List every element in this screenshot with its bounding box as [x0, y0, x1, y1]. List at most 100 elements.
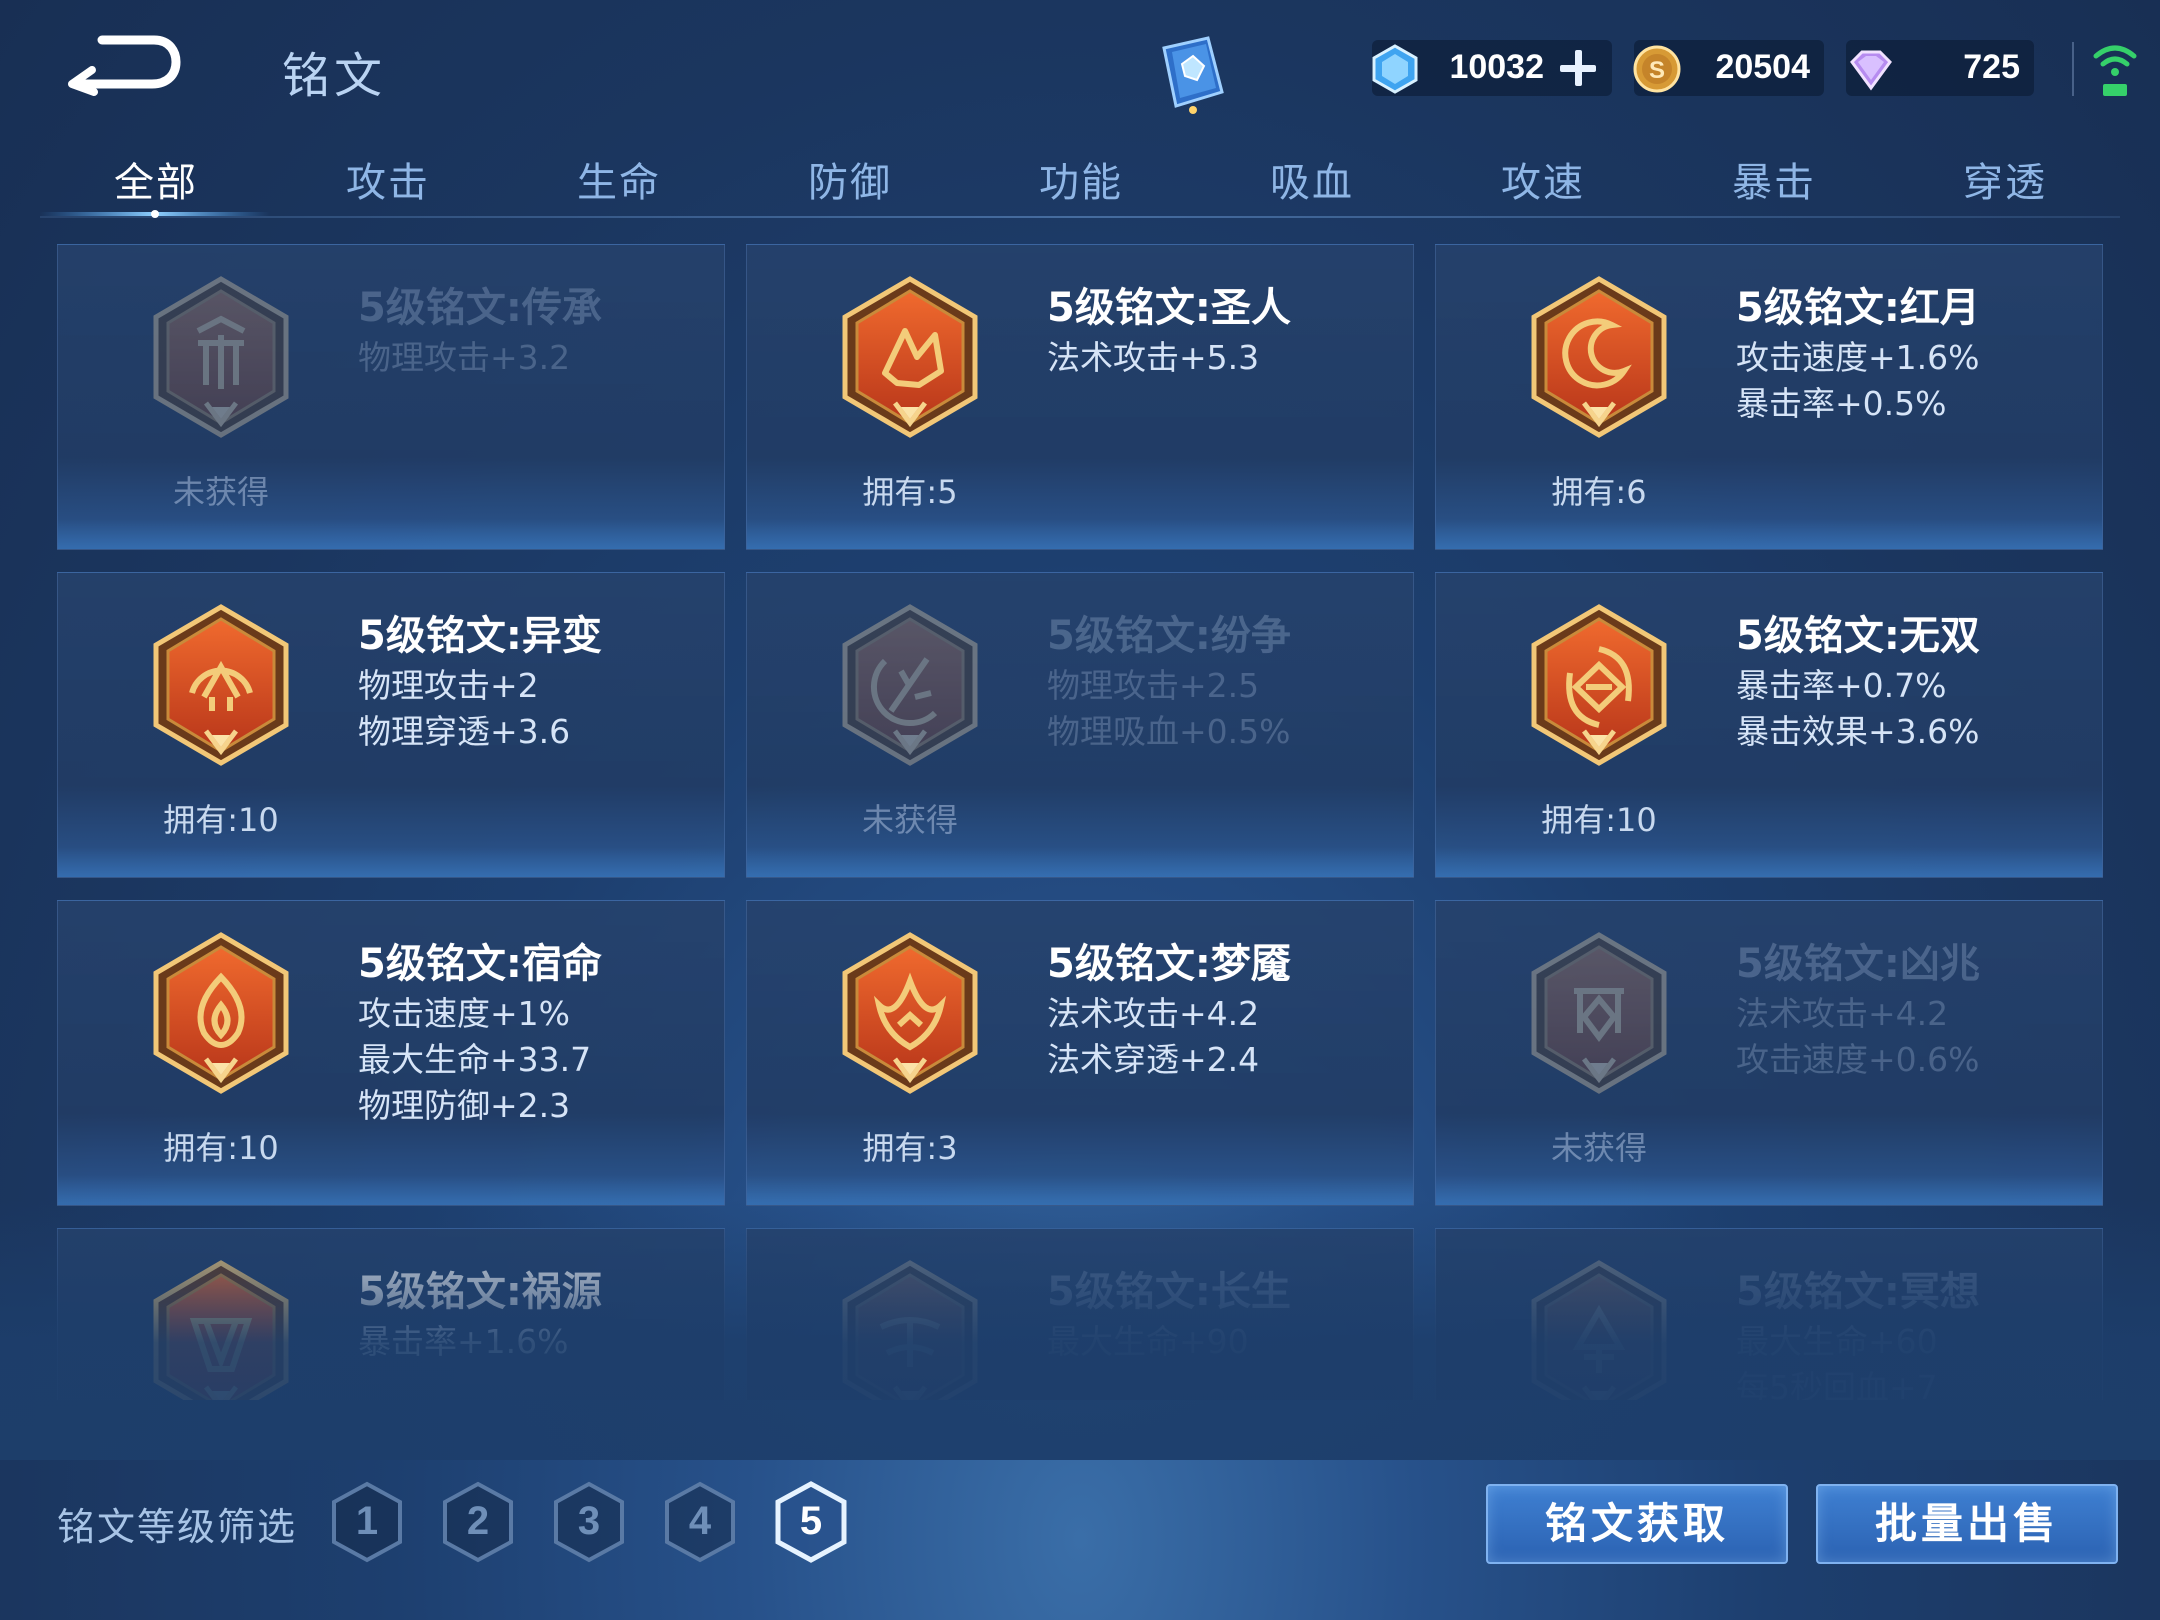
level-filter-2[interactable]: 2: [441, 1480, 515, 1564]
tab-penetration[interactable]: 穿透: [1925, 150, 2085, 208]
rune-book-icon[interactable]: [1150, 30, 1236, 116]
rune-card-red-moon[interactable]: 5级铭文:红月 攻击速度+1.6% 暴击率+0.5% 拥有:6: [1435, 244, 2103, 550]
tab-attack[interactable]: 攻击: [308, 150, 468, 208]
rune-card-inheritance[interactable]: 5级铭文:传承 物理攻击+3.2 未获得: [57, 244, 725, 550]
divider: [2072, 42, 2074, 96]
back-arrow-icon: [68, 35, 181, 96]
level-number: 3: [577, 1499, 601, 1543]
rune-name: 5级铭文:异变: [358, 613, 602, 659]
rune-stat: 法术穿透+2.4: [1047, 1040, 1260, 1079]
rune-card-longevity[interactable]: 5级铭文:长生 最大生命+90: [746, 1228, 1414, 1400]
rune-stats: 攻击速度+1.6% 暴击率+0.5%: [1736, 335, 1980, 427]
rune-emblem-calamity-icon: [146, 1257, 296, 1400]
level-number: 1: [355, 1499, 379, 1543]
rune-card-calamity[interactable]: 5级铭文:祸源 暴击率+1.6%: [57, 1228, 725, 1400]
rune-card-fate[interactable]: 5级铭文:宿命 攻击速度+1% 最大生命+33.7 物理防御+2.3 拥有:10: [57, 900, 725, 1206]
add-gem-button[interactable]: [1558, 48, 1598, 88]
rune-card-saint[interactable]: 5级铭文:圣人 法术攻击+5.3 拥有:5: [746, 244, 1414, 550]
gold-coin-icon: S: [1633, 45, 1681, 93]
rune-stat: 暴击效果+3.6%: [1736, 712, 1980, 751]
rune-stat: 法术攻击+5.3: [1047, 338, 1260, 377]
level-filter-4[interactable]: 4: [663, 1480, 737, 1564]
rune-card-mutation[interactable]: 5级铭文:异变 物理攻击+2 物理穿透+3.6 拥有:10: [57, 572, 725, 878]
level-number: 5: [799, 1499, 823, 1543]
rune-stat: 物理攻击+2.5: [1047, 666, 1260, 705]
rune-owned-count: 未获得: [172, 473, 269, 511]
get-runes-button[interactable]: 铭文获取: [1486, 1484, 1788, 1564]
rune-card-nightmare[interactable]: 5级铭文:梦魇 法术攻击+4.2 法术穿透+2.4 拥有:3: [746, 900, 1414, 1206]
rune-emblem-longevity-icon: [835, 1257, 985, 1400]
tab-all[interactable]: 全部: [76, 150, 236, 208]
rune-stats: 暴击率+1.6%: [358, 1319, 569, 1365]
rune-emblem-peerless-icon: [1524, 601, 1674, 771]
tab-attack-speed[interactable]: 攻速: [1463, 150, 1623, 208]
rune-name: 5级铭文:宿命: [358, 941, 602, 987]
tabs-divider: [40, 216, 2120, 218]
page-title: 铭文: [282, 48, 387, 104]
tab-critical[interactable]: 暴击: [1694, 150, 1854, 208]
tab-lifesteal[interactable]: 吸血: [1232, 150, 1392, 208]
rune-stat: 最大生命+60: [1736, 1322, 1938, 1361]
rune-emblem-meditation-icon: [1524, 1257, 1674, 1400]
rune-stat: 攻击速度+0.6%: [1736, 1040, 1980, 1079]
rune-name: 5级铭文:冥想: [1736, 1269, 1980, 1315]
rune-stat: 物理吸血+0.5%: [1047, 712, 1291, 751]
rune-stats: 法术攻击+4.2 攻击速度+0.6%: [1736, 991, 1980, 1083]
category-tabs: 全部 攻击 生命 防御 功能 吸血 攻速 暴击 穿透: [40, 140, 2120, 220]
rune-stats: 暴击率+0.7% 暴击效果+3.6%: [1736, 663, 1980, 755]
diamond-amount: 725: [1963, 48, 2020, 86]
rune-owned-count: 未获得: [861, 801, 958, 839]
rune-emblem-omen-icon: [1524, 929, 1674, 1099]
bottom-bar: 铭文等级筛选 1 2 3 4 5 铭文获取 批量出售: [0, 1440, 2160, 1620]
rune-owned-count: 拥有:10: [1541, 801, 1657, 839]
rune-name: 5级铭文:祸源: [358, 1269, 602, 1315]
svg-text:S: S: [1649, 57, 1665, 84]
rune-card-meditation[interactable]: 5级铭文:冥想 最大生命+60 每5秒回血+7: [1435, 1228, 2103, 1400]
level-filter-1[interactable]: 1: [330, 1480, 404, 1564]
level-number: 2: [466, 1499, 490, 1543]
rune-stat: 暴击率+0.7%: [1736, 666, 1947, 705]
rune-stat: 每5秒回血+7: [1736, 1368, 1938, 1400]
tab-health[interactable]: 生命: [539, 150, 699, 208]
rune-emblem-inheritance-icon: [146, 273, 296, 443]
level-filter-5[interactable]: 5: [774, 1480, 848, 1564]
rune-stats: 物理攻击+3.2: [358, 335, 570, 381]
level-filter-3[interactable]: 3: [552, 1480, 626, 1564]
tab-defense[interactable]: 防御: [770, 150, 930, 208]
wifi-signal-icon: [2090, 38, 2140, 100]
rune-owned-count: 未获得: [1550, 1129, 1647, 1167]
rune-card-strife[interactable]: 5级铭文:纷争 物理攻击+2.5 物理吸血+0.5% 未获得: [746, 572, 1414, 878]
purple-diamond-icon: [1850, 50, 1892, 91]
rune-grid: 5级铭文:传承 物理攻击+3.2 未获得 5级铭文:圣人 法术攻击+5.3 拥有…: [57, 244, 2103, 1400]
rune-stat: 攻击速度+1%: [358, 994, 571, 1033]
rune-stats: 最大生命+60 每5秒回血+7: [1736, 1319, 1938, 1400]
rune-stat: 物理攻击+3.2: [358, 338, 571, 377]
rune-owned-count: 拥有:6: [1551, 473, 1647, 511]
rune-stat: 物理防御+2.3: [358, 1086, 571, 1125]
rune-stats: 最大生命+90: [1047, 1319, 1249, 1365]
rune-name: 5级铭文:长生: [1047, 1269, 1291, 1315]
rune-emblem-nightmare-icon: [835, 929, 985, 1099]
diamond-counter: 725: [1846, 40, 2034, 96]
rune-emblem-saint-icon: [835, 273, 985, 443]
rune-owned-count: 拥有:3: [862, 1129, 958, 1167]
rune-emblem-strife-icon: [835, 601, 985, 771]
rune-name: 5级铭文:无双: [1736, 613, 1980, 659]
rune-card-peerless[interactable]: 5级铭文:无双 暴击率+0.7% 暴击效果+3.6% 拥有:10: [1435, 572, 2103, 878]
bulk-sell-button[interactable]: 批量出售: [1816, 1484, 2118, 1564]
rune-stats: 法术攻击+4.2 法术穿透+2.4: [1047, 991, 1259, 1083]
rune-stats: 法术攻击+5.3: [1047, 335, 1259, 381]
rune-name: 5级铭文:圣人: [1047, 285, 1291, 331]
rune-card-omen[interactable]: 5级铭文:凶兆 法术攻击+4.2 攻击速度+0.6% 未获得: [1435, 900, 2103, 1206]
rune-emblem-red-moon-icon: [1524, 273, 1674, 443]
back-button[interactable]: [62, 30, 182, 100]
rune-name: 5级铭文:凶兆: [1736, 941, 1980, 987]
rune-stat: 法术攻击+4.2: [1736, 994, 1949, 1033]
rune-name: 5级铭文:传承: [358, 285, 602, 331]
coin-amount: 20504: [1715, 48, 1810, 86]
rune-owned-count: 拥有:10: [163, 801, 279, 839]
rune-stat: 物理攻击+2: [358, 666, 539, 705]
rune-emblem-fate-icon: [146, 929, 296, 1099]
tab-function[interactable]: 功能: [1001, 150, 1161, 208]
rune-name: 5级铭文:红月: [1736, 285, 1980, 331]
